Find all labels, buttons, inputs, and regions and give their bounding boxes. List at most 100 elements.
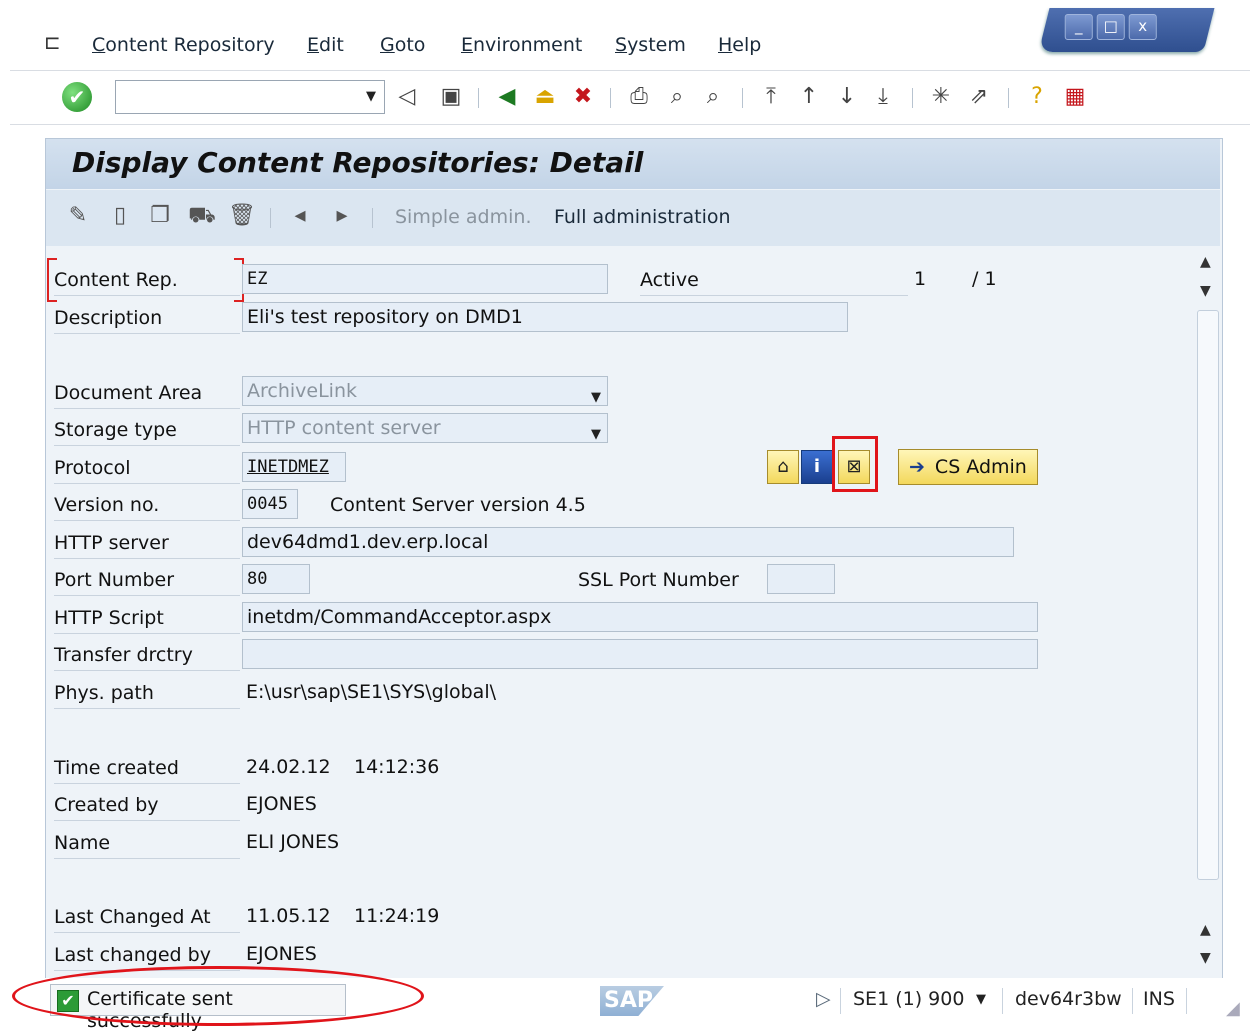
ssl-port-label: SSL Port Number	[578, 569, 739, 591]
find-next-icon[interactable]: ⌕	[700, 84, 726, 110]
copy-icon[interactable]: ❐	[146, 202, 174, 230]
simple-admin-button[interactable]: Simple admin.	[395, 206, 532, 228]
status-separator	[1002, 988, 1003, 1014]
next-page-icon[interactable]: ↓	[834, 84, 860, 110]
port-number-field[interactable]: 80	[242, 564, 310, 594]
info-icon[interactable]: i	[801, 450, 833, 484]
version-field[interactable]: 0045	[242, 489, 298, 519]
previous-entry-icon[interactable]: ◂	[286, 202, 314, 230]
back-arrow-icon[interactable]: ◁	[394, 84, 420, 110]
full-administration-button[interactable]: Full administration	[554, 206, 731, 228]
toolbar-separator	[270, 208, 271, 228]
time-created-date: 24.02.12	[246, 756, 331, 778]
last-changed-at-date: 11.05.12	[246, 905, 331, 927]
maximize-icon[interactable]: □	[1096, 14, 1125, 40]
protocol-field[interactable]: INETDMEZ	[242, 452, 346, 482]
arrow-right-icon: ➔	[909, 456, 925, 478]
minimize-icon[interactable]: _	[1064, 14, 1093, 40]
time-created-time: 14:12:36	[354, 756, 440, 778]
print-icon[interactable]: ⎙	[626, 84, 652, 110]
storage-type-select[interactable]: HTTP content server ▼	[242, 413, 608, 443]
test-connection-icon[interactable]: ⌂	[767, 450, 799, 484]
resize-grip-icon[interactable]: ◢	[1226, 998, 1240, 1019]
transport-icon[interactable]: ⛟	[188, 202, 216, 230]
status-separator	[1186, 988, 1187, 1014]
storage-type-label: Storage type	[54, 415, 240, 446]
create-icon[interactable]: ▯	[106, 202, 134, 230]
menu-help[interactable]: Help	[718, 34, 761, 56]
http-server-field[interactable]: dev64dmd1.dev.erp.local	[242, 527, 1014, 557]
delete-icon[interactable]: 🗑	[228, 202, 256, 230]
version-text: Content Server version 4.5	[330, 494, 586, 516]
ssl-port-field[interactable]	[767, 564, 835, 594]
transfer-directory-label: Transfer drctry	[54, 640, 240, 671]
first-page-icon[interactable]: ⤒	[758, 84, 784, 110]
menu-edit[interactable]: Edit	[307, 34, 344, 56]
display-change-icon[interactable]: ✎	[64, 202, 92, 230]
name-label: Name	[54, 828, 240, 859]
page-total: / 1	[972, 268, 997, 290]
http-script-field[interactable]: inetdm/CommandAcceptor.aspx	[242, 602, 1038, 632]
cancel-icon[interactable]: ✖	[570, 84, 596, 110]
document-area-select[interactable]: ArchiveLink ▼	[242, 376, 608, 406]
description-field[interactable]: Eli's test repository on DMD1	[242, 302, 848, 332]
system-info: SE1 (1) 900	[853, 988, 965, 1010]
status-separator	[840, 988, 841, 1014]
highlight-box	[832, 436, 878, 492]
chevron-down-icon[interactable]: ▼	[976, 992, 986, 1007]
transfer-directory-field[interactable]	[242, 639, 1038, 669]
chevron-down-icon[interactable]: ▼	[591, 421, 601, 449]
command-field[interactable]: ▼	[115, 80, 385, 114]
content-rep-field[interactable]: EZ	[242, 264, 608, 294]
scroll-up-icon[interactable]: ▼	[1200, 283, 1211, 299]
name-value: ELI JONES	[246, 831, 340, 853]
exit-icon[interactable]: ⏏	[532, 84, 558, 110]
menu-environment[interactable]: Environment	[461, 34, 582, 56]
http-script-label: HTTP Script	[54, 603, 240, 634]
server-name: dev64r3bw	[1015, 988, 1122, 1010]
help-icon[interactable]: ?	[1024, 84, 1050, 110]
new-session-icon[interactable]: ✳	[928, 84, 954, 110]
enter-icon[interactable]: ✔	[62, 82, 92, 112]
version-label: Version no.	[54, 490, 240, 521]
previous-page-icon[interactable]: ↑	[796, 84, 822, 110]
chevron-down-icon[interactable]: ▼	[591, 384, 601, 412]
menu-goto[interactable]: Goto	[380, 34, 425, 56]
document-area-label: Document Area	[54, 378, 240, 409]
phys-path-value: E:\usr\sap\SE1\SYS\global\	[246, 681, 496, 703]
next-entry-icon[interactable]: ▸	[328, 202, 356, 230]
document-area-value: ArchiveLink	[247, 380, 358, 402]
save-icon[interactable]: ▣	[438, 84, 464, 110]
find-icon[interactable]: ⌕	[664, 84, 690, 110]
scroll-bottom-icon[interactable]: ▼	[1200, 950, 1211, 966]
chevron-down-icon[interactable]: ▼	[366, 89, 376, 104]
cs-admin-button[interactable]: ➔ CS Admin	[898, 449, 1038, 485]
time-created-label: Time created	[54, 753, 240, 784]
menu-content-repository[interactable]: Content Repository	[92, 34, 275, 56]
created-by-label: Created by	[54, 790, 240, 821]
content-rep-label: Content Rep.	[54, 265, 240, 296]
layout-menu-icon[interactable]: ▦	[1062, 84, 1088, 110]
page-current: 1	[914, 268, 927, 290]
scrollbar-thumb[interactable]	[1197, 310, 1219, 880]
last-changed-at-label: Last Changed At	[54, 902, 240, 933]
status-separator	[1132, 988, 1133, 1014]
status-expand-icon[interactable]: ▷	[816, 988, 831, 1010]
cs-admin-label: CS Admin	[934, 456, 1027, 478]
input-mode: INS	[1143, 988, 1175, 1010]
page-title: Display Content Repositories: Detail	[72, 146, 644, 179]
close-icon[interactable]: x	[1128, 14, 1157, 40]
menu-system[interactable]: System	[615, 34, 686, 56]
toolbar-separator	[610, 88, 611, 108]
active-label: Active	[640, 265, 908, 296]
shortcut-icon[interactable]: ⇗	[966, 84, 992, 110]
scroll-top-icon[interactable]: ▲	[1200, 254, 1211, 270]
http-server-label: HTTP server	[54, 528, 240, 559]
back-icon[interactable]: ◀	[494, 84, 520, 110]
protocol-label: Protocol	[54, 453, 240, 484]
storage-type-value: HTTP content server	[247, 417, 441, 439]
last-page-icon[interactable]: ⤓	[870, 84, 896, 110]
scroll-down-icon[interactable]: ▲	[1200, 922, 1211, 938]
toolbar-separator	[372, 208, 373, 228]
menu-icon[interactable]: ⊏	[44, 32, 68, 52]
